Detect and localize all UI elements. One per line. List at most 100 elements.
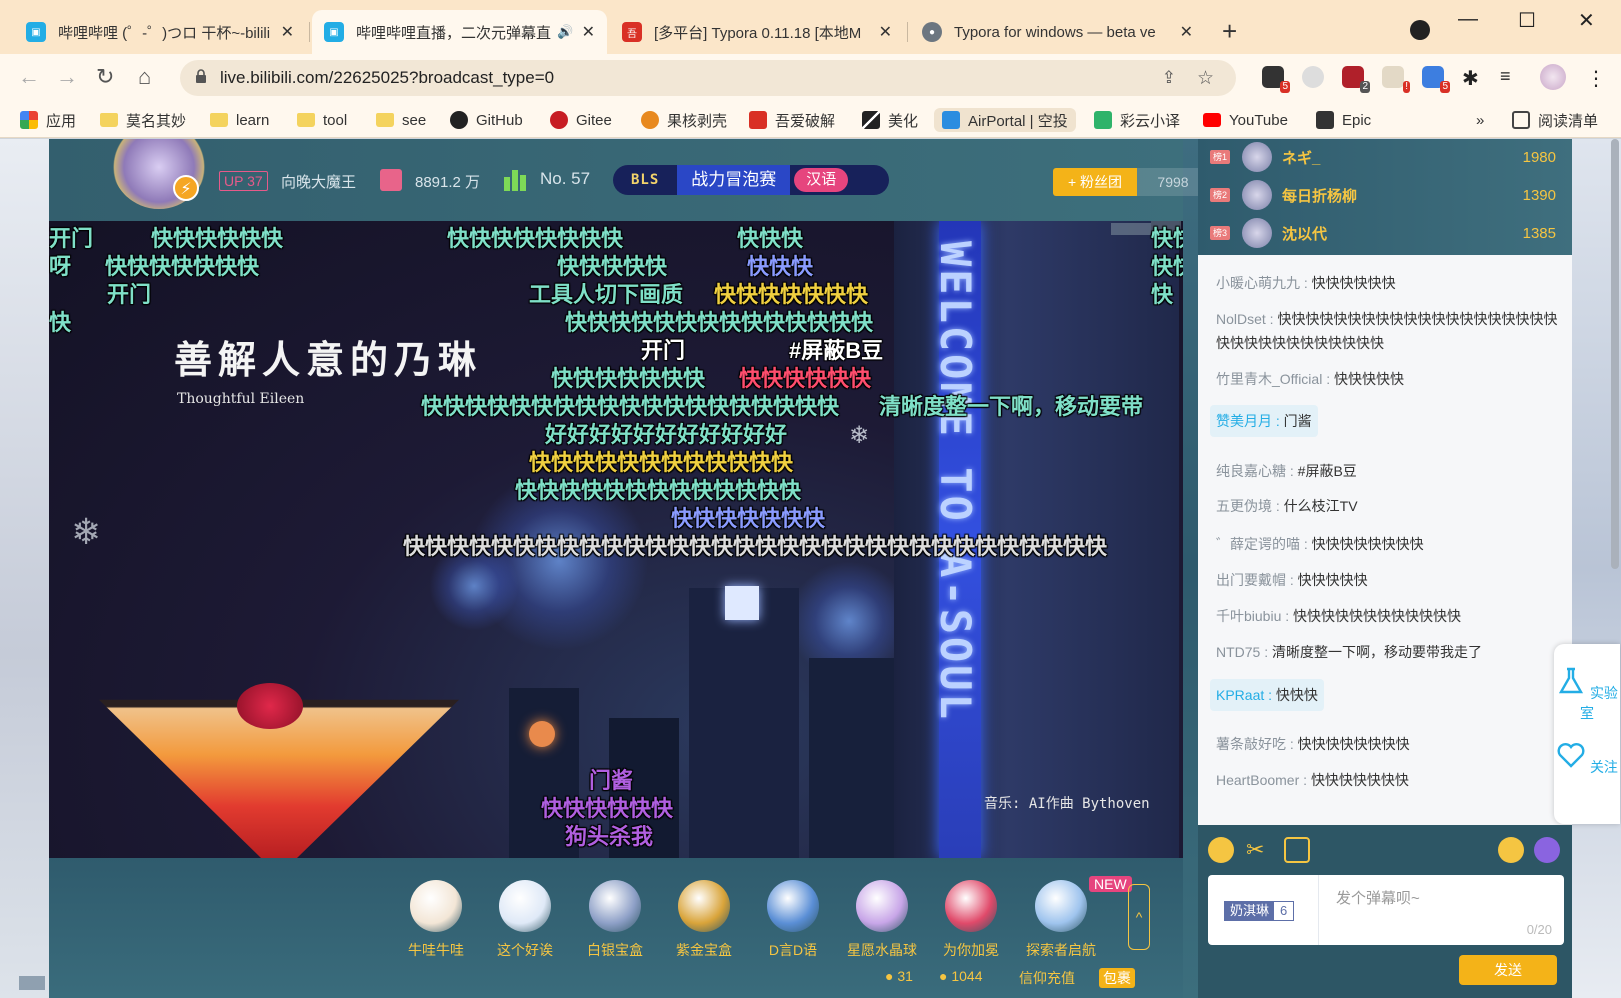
page-scrollbar[interactable] <box>1611 139 1619 569</box>
bookmark-folder[interactable]: see <box>376 108 426 132</box>
recharge-link[interactable]: 信仰充值 <box>1019 968 1075 988</box>
extension-cat-icon[interactable] <box>1302 66 1324 88</box>
song-subtitle: Thoughtful Eileen <box>177 391 305 407</box>
gitee-icon <box>550 111 568 129</box>
join-fan-club-button[interactable]: + 粉丝团 <box>1053 168 1137 196</box>
danmaku: 快快快快快快快快快快快快快快快快快快快快快快快快快快快快快快快快 <box>403 534 1108 559</box>
new-tab-button[interactable]: + <box>1222 16 1237 47</box>
rank-medal: 榜2 <box>1210 188 1230 202</box>
back-button[interactable]: ← <box>18 64 40 90</box>
forward-button[interactable]: → <box>56 64 78 90</box>
menu-kebab-icon[interactable]: ⋮ <box>1586 66 1608 90</box>
emoji-icon[interactable] <box>1498 837 1524 863</box>
bookmark-apps[interactable]: 应用 <box>20 108 76 132</box>
heart-icon <box>1557 743 1585 768</box>
gift-item[interactable]: 牛哇牛哇 <box>394 880 478 960</box>
rank-user-name: 沈以代 <box>1282 225 1328 243</box>
star-cloud-gift-icon <box>499 880 551 932</box>
bilibili-icon: ▣ <box>324 22 344 42</box>
bookmark-ghxi[interactable]: 果核剥壳 <box>641 108 727 132</box>
bookmark-epic[interactable]: Epic <box>1316 108 1371 132</box>
tab-close-icon[interactable]: ✕ <box>879 22 892 42</box>
tools-icon[interactable]: ✂ <box>1246 837 1272 863</box>
rank-row[interactable]: 榜2 每日折杨柳 1390 <box>1198 177 1572 213</box>
gift-item[interactable]: 探索者启航 <box>1019 880 1103 960</box>
send-button[interactable]: 发送 <box>1459 955 1557 985</box>
streamer-name[interactable]: 向晚大魔王 <box>281 171 356 192</box>
fan-medal[interactable]: 奶淇琳 6 <box>1224 901 1295 921</box>
player-control-icon[interactable] <box>19 976 45 990</box>
gift-item[interactable]: 紫金宝盒 <box>662 880 746 960</box>
tab-bilibili-live[interactable]: ▣ 哔哩哔哩直播，二次元弹幕直 🔊 ✕ <box>312 10 607 54</box>
lab-button[interactable]: 实验室 <box>1554 666 1620 723</box>
danmaku: 清晰度整一下啊，移动要带 <box>879 394 1144 419</box>
room-info-bar: ⚡ UP 37 向晚大魔王 8891.2 万 No. 57 BLS 战力冒泡赛 … <box>49 139 1209 221</box>
home-button[interactable]: ⌂ <box>138 64 151 90</box>
reload-button[interactable]: ↻ <box>96 64 114 90</box>
gold-coin-count[interactable]: ● 31 <box>885 968 913 984</box>
rank-row[interactable]: 榜1 ネギ_ 1980 <box>1198 139 1572 175</box>
airportal-icon <box>942 111 960 129</box>
media-control-icon[interactable]: ≡ <box>1500 66 1522 88</box>
rank-row[interactable]: 榜3 沈以代 1385 <box>1198 215 1572 251</box>
new-badge: NEW <box>1089 876 1132 892</box>
extension-virus-icon[interactable]: ! <box>1382 66 1410 93</box>
follow-button[interactable]: 关注 <box>1554 740 1620 777</box>
video-player[interactable]: WELCOME TO A-SOUL 善解人意的乃琳 Thoughtful Eil… <box>49 221 1183 858</box>
tab-typora-windows[interactable]: ● Typora for windows — beta ve ✕ <box>910 10 1205 54</box>
minimize-button[interactable]: — <box>1458 8 1478 31</box>
tab-close-icon[interactable]: ✕ <box>281 22 294 42</box>
danmaku-input[interactable]: 奶淇琳 6 发个弹幕呗~ 0/20 <box>1208 875 1564 945</box>
ublock-icon[interactable]: 2 <box>1342 66 1370 93</box>
bookmark-airportal[interactable]: AirPortal | 空投 <box>934 108 1076 132</box>
bookmark-youtube[interactable]: YouTube <box>1203 108 1288 132</box>
bookmark-caiyun[interactable]: 彩云小译 <box>1094 108 1180 132</box>
tab-title: 哔哩哔哩直播，二次元弹幕直 <box>356 24 552 42</box>
gift-item[interactable]: 为你加冕 <box>929 880 1013 960</box>
danmaku-chat-list[interactable]: 小暖心萌九九 : 快快快快快快 NolDset : 快快快快快快快快快快快快快快… <box>1198 255 1572 825</box>
bookmark-gitee[interactable]: Gitee <box>550 108 612 132</box>
tab-bilibili-home[interactable]: ▣ 哔哩哔哩 (゜-゜)つロ 干杯~-bilili ✕ <box>14 10 306 54</box>
gift-item[interactable]: 星愿水晶球 <box>840 880 924 960</box>
extensions-puzzle-icon[interactable]: ✱ <box>1462 66 1484 90</box>
extension-grid-icon[interactable]: 5 <box>1422 66 1450 93</box>
expand-gifts-button[interactable]: ^ <box>1128 884 1150 950</box>
reading-list-button[interactable]: 阅读清单 <box>1512 108 1598 132</box>
silver-coin-icon: ● <box>939 968 948 984</box>
bag-button[interactable]: 包裹 <box>1099 968 1135 988</box>
tab-close-icon[interactable]: ✕ <box>1180 22 1193 42</box>
bookmark-star-icon[interactable]: ☆ <box>1197 67 1214 90</box>
speaker-icon[interactable]: 🔊 <box>557 24 573 40</box>
char-counter: 0/20 <box>1526 922 1552 937</box>
bookmark-folder[interactable]: tool <box>297 108 347 132</box>
share-icon[interactable]: ⇪ <box>1162 68 1176 88</box>
bookmark-52pojie[interactable]: 吾爱破解 <box>749 108 835 132</box>
silver-coin-count[interactable]: ● 1044 <box>939 968 983 984</box>
lantern <box>529 721 555 747</box>
gift-item[interactable]: 白银宝盒 <box>573 880 657 960</box>
avatar <box>1242 142 1272 172</box>
chat-message: 出门要戴帽 : 快快快快快 <box>1216 572 1368 588</box>
danmaku-settings-icon[interactable] <box>1284 837 1310 863</box>
tab-close-icon[interactable]: ✕ <box>582 22 595 42</box>
gift-item[interactable]: D言D语 <box>751 880 835 960</box>
close-window-button[interactable]: ✕ <box>1578 8 1595 33</box>
tab-typora-52pojie[interactable]: 吾 [多平台] Typora 0.11.18 [本地M ✕ <box>610 10 904 54</box>
bookmark-github[interactable]: GitHub <box>450 108 523 132</box>
bls-event-banner[interactable]: BLS 战力冒泡赛 汉语 <box>613 165 889 195</box>
maximize-button[interactable]: ☐ <box>1518 8 1536 33</box>
address-bar[interactable]: live.bilibili.com/22625025?broadcast_typ… <box>180 60 1236 96</box>
extension-icon[interactable]: 5 <box>1262 66 1290 93</box>
rank-label[interactable]: No. 57 <box>540 169 590 189</box>
chat-bubble-icon[interactable] <box>1534 837 1560 863</box>
bookmark-beautify[interactable]: 美化 <box>862 108 918 132</box>
profile-avatar[interactable] <box>1540 64 1566 90</box>
chat-message: NolDset : 快快快快快快快快快快快快快快快快快快快快快快快快快快快快快快… <box>1216 311 1558 351</box>
tab-search-icon[interactable] <box>1410 20 1430 40</box>
palette-icon[interactable] <box>1208 837 1234 863</box>
bookmark-folder[interactable]: 莫名其妙 <box>100 108 186 132</box>
gift-item[interactable]: 这个好诶 <box>483 880 567 960</box>
bookmarks-overflow-button[interactable]: » <box>1476 108 1484 132</box>
gift-bar: 牛哇牛哇 这个好诶 白银宝盒 紫金宝盒 D言D语 星愿水晶球 为你加冕 探索者启… <box>19 858 1183 998</box>
bookmark-folder[interactable]: learn <box>210 108 269 132</box>
